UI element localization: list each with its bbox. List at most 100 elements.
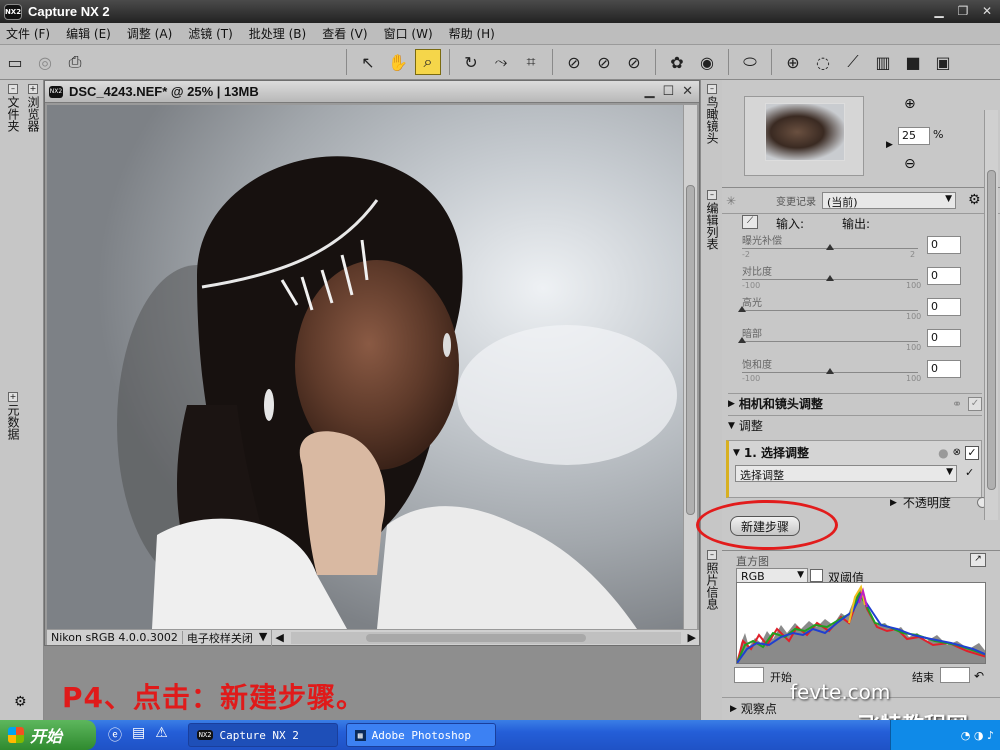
menu-view[interactable]: 查看 (V) [322, 25, 367, 42]
scroll-right-icon[interactable]: ▶ [685, 631, 699, 644]
color-control-point-icon[interactable]: ⊕ [780, 49, 806, 75]
doc-close-icon[interactable]: ✕ [682, 84, 693, 99]
task-photoshop[interactable]: ▦ Adobe Photoshop [345, 723, 496, 747]
contrast-slider[interactable]: 对比度 -100 100 0 [742, 263, 982, 294]
slider-value-input[interactable]: 0 [927, 267, 961, 285]
opacity-row[interactable]: ▶ 不透明度 [890, 494, 988, 511]
slider-track[interactable] [742, 341, 918, 342]
scroll-thumb[interactable] [686, 185, 695, 515]
step-enable-checkbox[interactable]: ✓ [965, 445, 979, 460]
brush-icon[interactable]: ⟋ [840, 49, 866, 75]
start-button[interactable]: 开始 [0, 720, 96, 750]
tab-edit-list[interactable]: – 编辑列表 [703, 190, 721, 253]
curve-icon[interactable]: ⟋ [742, 215, 758, 229]
minimize-icon[interactable]: ▁ [930, 2, 948, 20]
slider-value-input[interactable]: 0 [927, 329, 961, 347]
neutral-point-icon[interactable]: ⊘ [591, 49, 617, 75]
folder-icon[interactable]: ▤ [132, 725, 145, 745]
slider-track[interactable] [742, 310, 918, 311]
soft-proof-dropdown[interactable]: 电子校样关闭 ▼ [183, 629, 273, 646]
exposure-slider[interactable]: 曝光补偿 -2 2 0 [742, 232, 982, 263]
straighten-icon[interactable]: ⤳ [488, 49, 514, 75]
settings-gear-icon[interactable]: ⚙ [968, 192, 981, 208]
white-point-icon[interactable]: ⊘ [621, 49, 647, 75]
shadows-slider[interactable]: 暗部 100 0 [738, 325, 982, 356]
zoom-out-icon[interactable]: ⊖ [904, 156, 916, 172]
slider-value-input[interactable]: 0 [927, 360, 961, 378]
highlights-slider[interactable]: 高光 100 0 [738, 294, 982, 325]
warning-icon[interactable]: ⚠ [155, 725, 168, 745]
rotate-icon[interactable]: ↻ [458, 49, 484, 75]
auto-retouch-icon[interactable]: ✿ [664, 49, 690, 75]
fill-icon[interactable]: ■ [900, 49, 926, 75]
zoom-in-icon[interactable]: ⊕ [904, 96, 916, 112]
task-capture-nx[interactable]: NX2 Capture NX 2 [187, 723, 338, 747]
print-icon[interactable]: ⎙ [62, 49, 88, 75]
birdseye-panel: ▶ ⊕ 25 % ⊖ [722, 80, 1000, 188]
menu-window[interactable]: 窗口 (W) [384, 25, 433, 42]
step-check-icon[interactable]: ✓ [965, 466, 974, 479]
step-type-dropdown[interactable]: 选择调整 ▼ [735, 465, 957, 482]
image-horizontal-scrollbar[interactable] [290, 631, 681, 644]
slider-knob[interactable] [826, 368, 834, 374]
menu-file[interactable]: 文件 (F) [6, 25, 50, 42]
dual-threshold-checkbox[interactable] [810, 569, 823, 582]
restore-icon[interactable]: ❐ [954, 2, 972, 20]
slider-max: 2 [910, 250, 916, 259]
menu-adjust[interactable]: 调整 (A) [127, 25, 172, 42]
start-input[interactable] [734, 667, 764, 683]
edit-list-scrollbar[interactable] [984, 110, 998, 520]
menu-edit[interactable]: 编辑 (E) [66, 25, 111, 42]
slider-knob[interactable] [826, 275, 834, 281]
camera-icon[interactable]: ◎ [32, 49, 58, 75]
end-input[interactable] [940, 667, 970, 683]
scroll-thumb[interactable] [365, 633, 586, 642]
crop-icon[interactable]: ⌗ [518, 49, 544, 75]
tab-browser[interactable]: + 浏览器 [24, 84, 42, 135]
camera-lens-section[interactable]: ▶ 相机和镜头调整 ⚭ ✓ [728, 393, 982, 413]
enable-checkbox[interactable]: ✓ [968, 396, 982, 411]
black-point-icon[interactable]: ⊘ [561, 49, 587, 75]
image-vertical-scrollbar[interactable] [683, 105, 697, 629]
reset-icon[interactable]: ↶ [974, 669, 984, 683]
photo-canvas[interactable] [47, 105, 683, 629]
step-header[interactable]: ▼ 1. 选择调整 ● ⊗ ✓ [733, 444, 979, 461]
tab-metadata[interactable]: + 元数据 [4, 392, 22, 443]
scroll-thumb[interactable] [987, 170, 996, 490]
histogram-expand-icon[interactable]: ↗ [970, 553, 986, 567]
menu-filter[interactable]: 滤镜 (T) [188, 25, 233, 42]
menu-batch[interactable]: 批处理 (B) [249, 25, 306, 42]
slider-value-input[interactable]: 0 [927, 236, 961, 254]
tab-birdseye[interactable]: – 鸟瞰镜头 [703, 84, 721, 147]
close-icon[interactable]: ✕ [978, 2, 996, 20]
zoom-icon[interactable]: ⌕ [415, 49, 441, 75]
red-eye-icon[interactable]: ◉ [694, 49, 720, 75]
ie-icon[interactable]: ⓔ [108, 725, 122, 745]
lasso-brush-icon[interactable]: ◌ [810, 49, 836, 75]
adjust-section[interactable]: ▼ 调整 [728, 415, 982, 435]
doc-maximize-icon[interactable]: ☐ [662, 84, 674, 99]
slider-value-input[interactable]: 0 [927, 298, 961, 316]
step-dot-icon[interactable]: ● [938, 446, 948, 460]
workspace-icon[interactable]: ▭ [2, 49, 28, 75]
slider-knob[interactable] [826, 244, 834, 250]
doc-minimize-icon[interactable]: ▁ [644, 84, 654, 99]
slider-knob[interactable] [738, 306, 746, 312]
step-delete-icon[interactable]: ⊗ [953, 447, 961, 458]
scroll-left-icon[interactable]: ◀ [272, 631, 286, 644]
zoom-input[interactable]: 25 [898, 127, 930, 145]
more-icon[interactable]: ▣ [930, 49, 956, 75]
tab-folders[interactable]: – 文件夹 [4, 84, 22, 135]
gradient-icon[interactable]: ▥ [870, 49, 896, 75]
tray-icons[interactable]: ◔ ◑ ♪ [961, 729, 994, 742]
birdseye-thumbnail[interactable] [744, 96, 864, 176]
lasso-icon[interactable]: ⬭ [737, 49, 763, 75]
history-dropdown[interactable]: (当前) ▼ [822, 192, 956, 209]
menu-help[interactable]: 帮助 (H) [449, 25, 495, 42]
settings-gear-icon[interactable]: ⚙ [14, 694, 27, 710]
direct-select-icon[interactable]: ↖ [355, 49, 381, 75]
hand-icon[interactable]: ✋ [385, 49, 411, 75]
tab-photo-info[interactable]: – 照片信息 [703, 550, 721, 613]
slider-knob[interactable] [738, 337, 746, 343]
saturation-slider[interactable]: 饱和度 -100 100 0 [742, 356, 982, 387]
